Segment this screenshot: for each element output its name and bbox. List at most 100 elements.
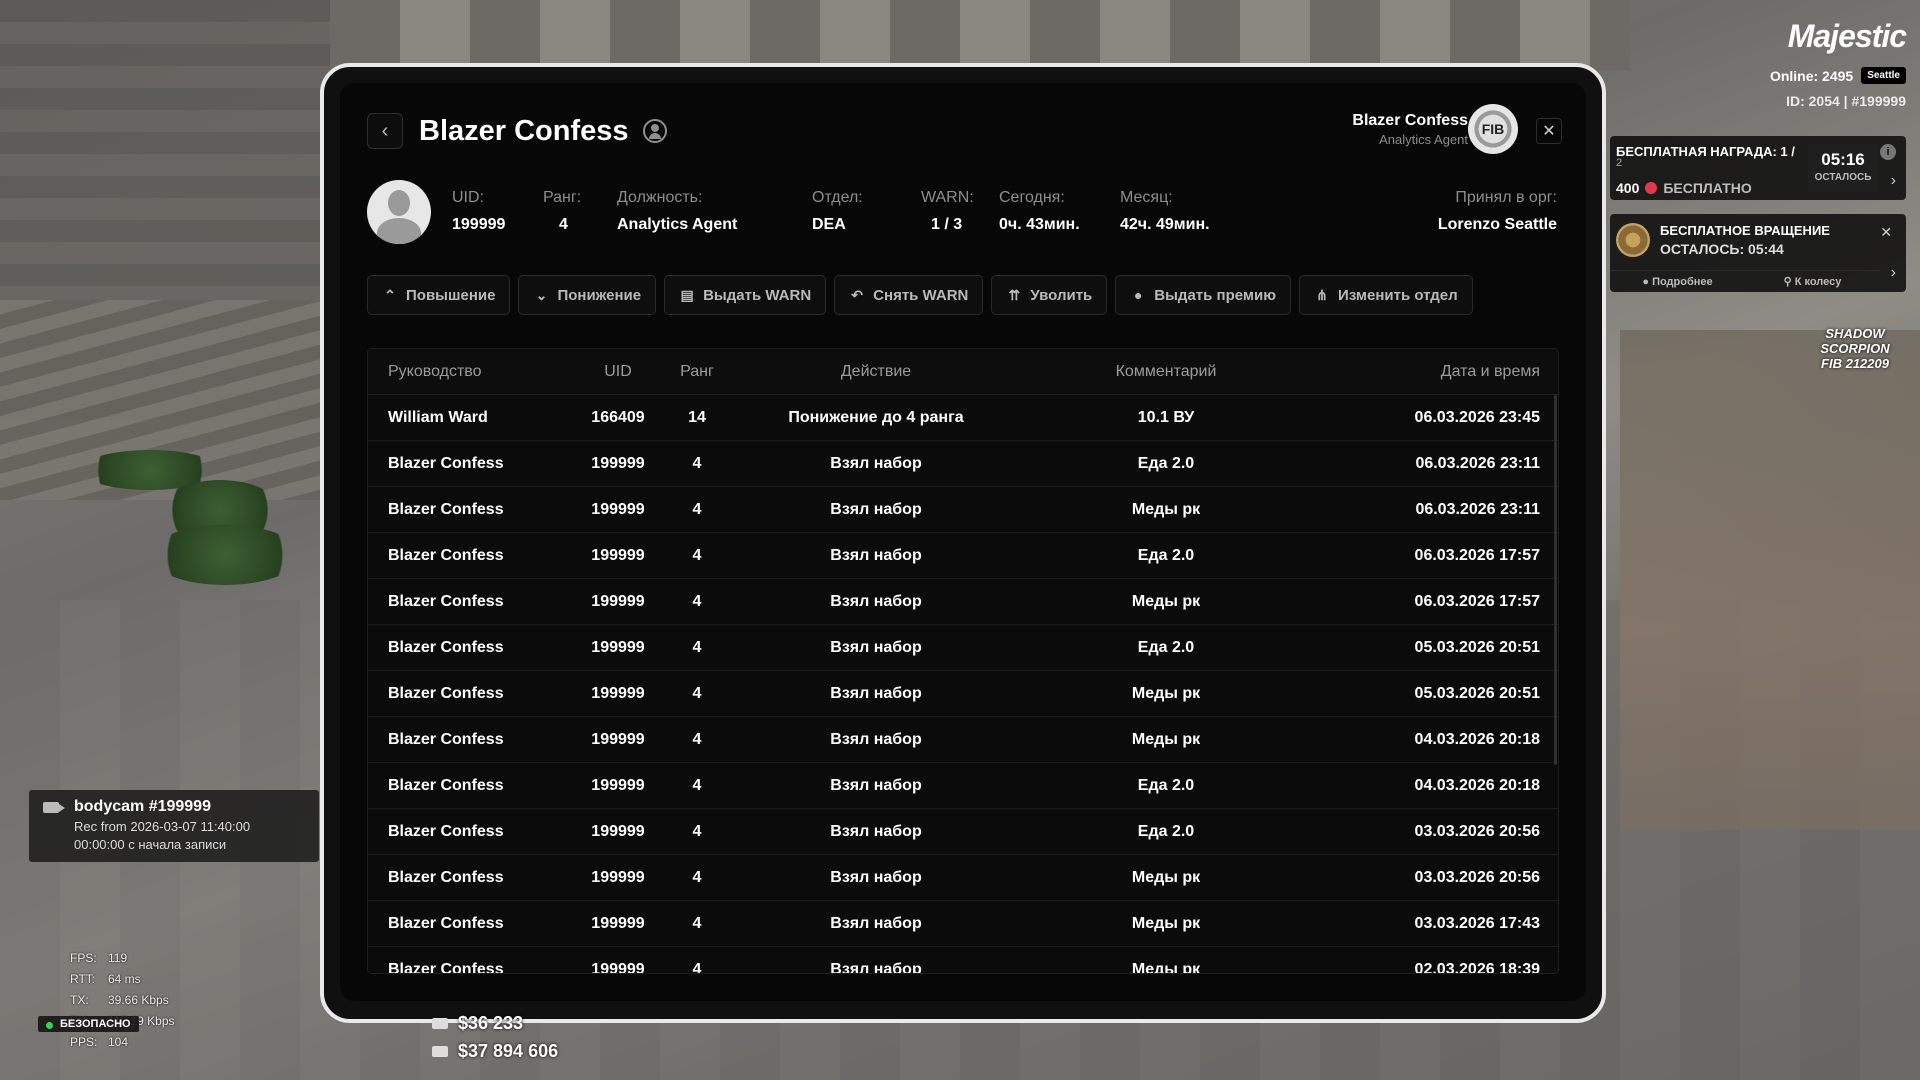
table-cell: 06.03.2026 17:57 bbox=[1414, 592, 1540, 610]
history-table: Руководство UID Ранг Действие Комментари… bbox=[367, 348, 1559, 974]
table-cell: 4 bbox=[692, 914, 702, 932]
card-icon bbox=[432, 1046, 448, 1057]
table-cell: 199999 bbox=[591, 960, 645, 974]
change-department-button[interactable]: ⋔ Изменить отдел bbox=[1299, 275, 1473, 315]
table-cell: Меды рк bbox=[1131, 868, 1201, 886]
table-cell: 199999 bbox=[591, 730, 645, 748]
reward-timer-label: ОСТАЛОСЬ bbox=[1814, 172, 1872, 183]
table-row: Blazer Confess 199999 4 Взял набор Еда 2.0 04… bbox=[368, 763, 1558, 809]
table-cell: 199999 bbox=[591, 868, 645, 886]
give-warn-label: Выдать WARN bbox=[703, 286, 812, 304]
info-label: Сегодня: bbox=[999, 189, 1065, 206]
table-scrollbar[interactable] bbox=[1554, 395, 1557, 765]
chevron-right-icon[interactable]: › bbox=[1891, 264, 1896, 282]
bank-value: $37 894 606 bbox=[458, 1041, 559, 1061]
safe-zone-badge: БЕЗОПАСНО bbox=[38, 1016, 139, 1032]
location-pin-icon: ⚲ bbox=[1783, 276, 1795, 288]
server-badge: Seattle bbox=[1861, 67, 1906, 84]
online-counter: Online: 2495 Seattle bbox=[1770, 67, 1906, 84]
table-cell: Взял набор bbox=[830, 914, 922, 932]
more-info-link[interactable]: ● Подробнее bbox=[1610, 271, 1745, 293]
close-button[interactable]: ✕ bbox=[1536, 118, 1562, 144]
stat-key: FPS: bbox=[70, 951, 97, 965]
table-cell: 4 bbox=[692, 960, 702, 974]
table-cell: Взял набор bbox=[830, 500, 922, 518]
remove-warn-button[interactable]: ↶ Снять WARN bbox=[834, 275, 984, 315]
table-cell: Еда 2.0 bbox=[1137, 822, 1195, 840]
promote-label: Повышение bbox=[406, 286, 496, 304]
stat-value: 64 ms bbox=[108, 972, 141, 986]
current-user-role: Analytics Agent bbox=[1379, 132, 1468, 147]
table-cell: Меды рк bbox=[1131, 730, 1201, 748]
table-cell: Blazer Confess bbox=[388, 500, 504, 518]
stat-line: FPS: 119 bbox=[70, 948, 175, 969]
player-nametag-line2: FIB 212209 bbox=[1821, 356, 1889, 371]
give-bonus-button[interactable]: ● Выдать премию bbox=[1115, 275, 1292, 315]
chevron-up-icon: ⌃ bbox=[384, 286, 396, 303]
info-uid: UID: 199999 bbox=[452, 189, 505, 234]
promote-button[interactable]: ⌃ Повышение bbox=[367, 275, 511, 315]
table-cell: Взял набор bbox=[830, 546, 922, 564]
give-bonus-label: Выдать премию bbox=[1154, 286, 1277, 304]
info-value: 199999 bbox=[452, 216, 506, 233]
info-value: 0ч. 43мин. bbox=[999, 216, 1080, 233]
user-profile-icon[interactable] bbox=[642, 119, 667, 143]
give-warn-button[interactable]: ▤ Выдать WARN bbox=[664, 275, 827, 315]
undo-icon: ↶ bbox=[851, 286, 864, 303]
info-label: UID: bbox=[452, 189, 484, 206]
player-ids: ID: 2054 | #199999 bbox=[1786, 93, 1906, 109]
info-value: Lorenzo Seattle bbox=[1437, 216, 1557, 233]
close-icon[interactable]: ✕ bbox=[1880, 224, 1892, 241]
info-label: WARN: bbox=[921, 189, 974, 206]
remove-warn-label: Снять WARN bbox=[873, 286, 969, 304]
table-row: Blazer Confess 199999 4 Взял набор Меды рк 06… bbox=[368, 487, 1558, 533]
stat-value: 39.66 Kbps bbox=[108, 993, 169, 1007]
info-label: Ранг: bbox=[543, 189, 582, 206]
table-cell: Еда 2.0 bbox=[1137, 638, 1195, 656]
org-logo-text: FIB bbox=[1481, 121, 1505, 137]
stat-key: TX: bbox=[70, 993, 89, 1007]
info-label: Отдел: bbox=[812, 189, 863, 206]
table-cell: Взял набор bbox=[830, 684, 922, 702]
table-cell: 03.03.2026 17:43 bbox=[1414, 914, 1540, 932]
back-button[interactable]: ‹ bbox=[367, 113, 403, 149]
cash-icon bbox=[432, 1018, 448, 1029]
info-value: 42ч. 49мин. bbox=[1120, 216, 1210, 233]
table-cell: 04.03.2026 20:18 bbox=[1414, 776, 1540, 794]
info-value: 4 bbox=[559, 216, 568, 233]
table-cell: Blazer Confess bbox=[388, 960, 504, 974]
free-reward-panel[interactable]: БЕСПЛАТНАЯ НАГРАДА: 1 / 2 400 БЕСПЛАТНО … bbox=[1610, 136, 1906, 200]
table-cell: 199999 bbox=[591, 500, 645, 518]
table-cell: 03.03.2026 20:56 bbox=[1414, 822, 1540, 840]
online-text: Online: 2495 bbox=[1769, 67, 1854, 84]
info-icon[interactable]: i bbox=[1880, 144, 1896, 160]
info-value: DEA bbox=[812, 216, 846, 233]
table-cell: 4 bbox=[692, 822, 702, 840]
dismiss-button[interactable]: ⇈ Уволить bbox=[991, 275, 1108, 315]
table-cell: 199999 bbox=[591, 592, 645, 610]
table-cell: 10.1 ВУ bbox=[1137, 408, 1195, 426]
table-cell: Blazer Confess bbox=[388, 546, 504, 564]
demote-button[interactable]: ⌄ Понижение bbox=[518, 275, 657, 315]
table-cell: 199999 bbox=[591, 546, 645, 564]
table-cell: Еда 2.0 bbox=[1137, 776, 1195, 794]
table-cell: 199999 bbox=[591, 776, 645, 794]
table-cell: 166409 bbox=[591, 408, 645, 426]
table-cell: 02.03.2026 18:39 bbox=[1414, 960, 1540, 974]
table-row: Blazer Confess 199999 4 Взял набор Еда 2.0 03… bbox=[368, 809, 1558, 855]
info-position: Должность: Analytics Agent bbox=[617, 189, 737, 234]
info-value: 1 / 3 bbox=[931, 216, 963, 233]
chevron-down-icon: ⌄ bbox=[535, 286, 548, 303]
stat-value: 104 bbox=[108, 1035, 129, 1049]
action-toolbar: ⌃ Повышение ⌄ Понижение ▤ Выдать WARN ↶ Снят… bbox=[367, 275, 1473, 315]
table-cell: Blazer Confess bbox=[388, 914, 504, 932]
table-cell: 4 bbox=[692, 868, 702, 886]
chevron-right-icon[interactable]: › bbox=[1891, 172, 1896, 190]
table-cell: Взял набор bbox=[830, 454, 922, 472]
table-row: Blazer Confess 199999 4 Взял набор Еда 2.0 06… bbox=[368, 533, 1558, 579]
table-row: Blazer Confess 199999 4 Взял набор Меды рк 03… bbox=[368, 901, 1558, 947]
to-wheel-link[interactable]: ⚲ К колесу bbox=[1745, 271, 1880, 293]
player-nametag: SHADOW SCORPION FIB 212209 bbox=[1790, 326, 1920, 371]
stat-key: PPS: bbox=[70, 1035, 98, 1049]
info-warn: WARN: 1 / 3 bbox=[921, 189, 974, 234]
